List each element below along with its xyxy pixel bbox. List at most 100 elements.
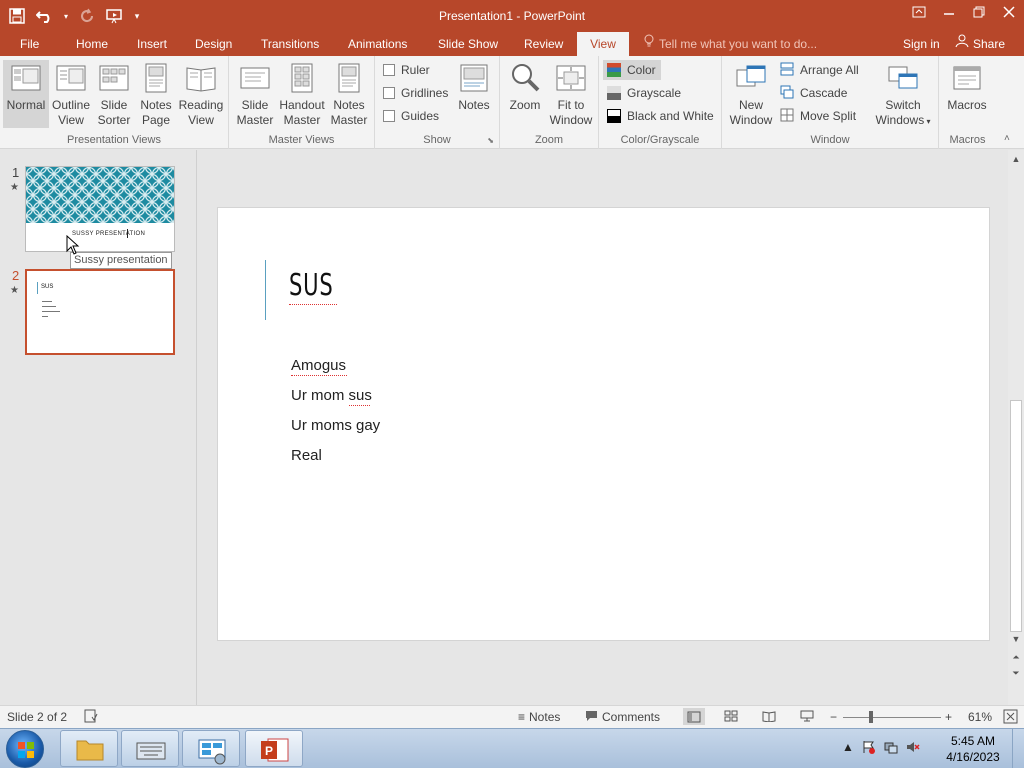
slide-master-button[interactable]: Slide Master bbox=[233, 60, 277, 128]
color-button[interactable]: Color bbox=[603, 60, 661, 80]
slide-sorter-status-icon[interactable] bbox=[724, 710, 738, 725]
mouse-cursor-icon bbox=[66, 234, 80, 258]
scroll-down-icon[interactable]: ▼ bbox=[1011, 634, 1021, 644]
group-presentation-views: Normal Outline View Slide Sorter Notes P… bbox=[0, 56, 229, 149]
guides-checkbox[interactable]: Guides bbox=[383, 106, 439, 126]
volume-muted-icon[interactable] bbox=[906, 740, 920, 757]
tell-me-box[interactable]: Tell me what you want to do... bbox=[643, 32, 817, 56]
fit-to-window-icon bbox=[555, 62, 587, 94]
group-label-window: Window bbox=[810, 134, 850, 146]
current-slide[interactable]: SUS Amogus Ur mom sus Ur moms gay Real bbox=[217, 207, 990, 641]
vertical-scrollbar[interactable]: ▲ ▼ ⏶ ⏷ bbox=[1008, 150, 1024, 705]
next-slide-icon[interactable]: ⏷ bbox=[1011, 668, 1021, 678]
show-hidden-icons[interactable]: ▲ bbox=[842, 740, 854, 757]
outline-view-button[interactable]: Outline View bbox=[49, 60, 93, 128]
handout-master-label-2: Master bbox=[283, 113, 321, 127]
slide-sorter-button[interactable]: Slide Sorter bbox=[93, 60, 135, 128]
start-button[interactable] bbox=[6, 730, 44, 768]
zoom-in-icon[interactable]: + bbox=[945, 710, 952, 724]
undo-dropdown-icon[interactable]: ▾ bbox=[62, 5, 70, 27]
zoom-button[interactable]: Zoom bbox=[506, 60, 544, 128]
normal-view-status-icon[interactable] bbox=[683, 708, 705, 725]
notes-master-button[interactable]: Notes Master bbox=[327, 60, 371, 128]
black-and-white-button[interactable]: Black and White bbox=[607, 106, 714, 126]
close-icon[interactable] bbox=[994, 0, 1024, 24]
ribbon-display-options-icon[interactable] bbox=[904, 0, 934, 24]
spelling-check-icon[interactable] bbox=[84, 709, 98, 726]
share-button[interactable]: Share bbox=[955, 32, 1005, 56]
macros-icon bbox=[951, 62, 983, 94]
macros-button[interactable]: Macros bbox=[943, 60, 991, 128]
slide-2-thumbnail[interactable]: SUS bbox=[25, 269, 175, 355]
normal-view-button[interactable]: Normal bbox=[3, 60, 49, 128]
cascade-button[interactable]: Cascade bbox=[780, 83, 847, 103]
slide-1-thumbnail[interactable]: SUSSY PRESENTATION bbox=[25, 166, 175, 252]
reading-view-button[interactable]: Reading View bbox=[177, 60, 225, 128]
arrange-all-button[interactable]: Arrange All bbox=[780, 60, 859, 80]
gridlines-check-box[interactable] bbox=[383, 87, 395, 99]
start-from-beginning-icon[interactable] bbox=[104, 5, 126, 27]
slide-title[interactable]: SUS bbox=[289, 268, 333, 303]
restore-icon[interactable] bbox=[964, 0, 994, 24]
handout-master-button[interactable]: Handout Master bbox=[278, 60, 326, 128]
minimize-icon[interactable] bbox=[934, 0, 964, 24]
tab-review[interactable]: Review bbox=[518, 32, 569, 56]
ruler-check-box[interactable] bbox=[383, 64, 395, 76]
zoom-out-icon[interactable]: − bbox=[830, 710, 837, 724]
sign-in-link[interactable]: Sign in bbox=[903, 32, 940, 56]
slide-2-thumb-line bbox=[42, 301, 52, 302]
notes-toggle[interactable]: ≡ Notes bbox=[518, 710, 560, 724]
grayscale-button[interactable]: Grayscale bbox=[607, 83, 681, 103]
show-desktop-button[interactable] bbox=[1012, 729, 1024, 768]
reading-view-status-icon[interactable] bbox=[762, 710, 776, 725]
tab-file[interactable]: File bbox=[14, 32, 45, 56]
tab-home[interactable]: Home bbox=[70, 32, 114, 56]
bullet-1[interactable]: Amogus bbox=[291, 357, 346, 374]
taskbar-control-panel[interactable] bbox=[182, 730, 240, 767]
bullet-3[interactable]: Ur moms gay bbox=[291, 417, 380, 434]
taskbar-explorer[interactable] bbox=[60, 730, 118, 767]
spellcheck-squiggle bbox=[291, 374, 347, 376]
taskbar-clock[interactable]: 5:45 AM 4/16/2023 bbox=[938, 733, 1008, 765]
guides-check-box[interactable] bbox=[383, 110, 395, 122]
scroll-up-icon[interactable]: ▲ bbox=[1011, 154, 1021, 164]
comments-toggle[interactable]: Comments bbox=[585, 710, 660, 725]
fit-slide-icon[interactable] bbox=[1003, 709, 1018, 727]
tab-animations[interactable]: Animations bbox=[342, 32, 413, 56]
fit-to-window-button[interactable]: Fit to Window bbox=[548, 60, 594, 128]
zoom-level[interactable]: 61% bbox=[968, 710, 992, 724]
switch-windows-button[interactable]: Switch Windows ▾ bbox=[872, 60, 934, 128]
taskbar-powerpoint[interactable]: P bbox=[245, 730, 303, 767]
ruler-checkbox[interactable]: Ruler bbox=[383, 60, 430, 80]
slide-sorter-label-1: Slide bbox=[100, 98, 128, 112]
action-center-icon[interactable] bbox=[862, 740, 876, 757]
slide-master-label-1: Slide bbox=[241, 98, 269, 112]
tab-view[interactable]: View bbox=[577, 32, 629, 56]
save-icon[interactable] bbox=[6, 5, 28, 27]
gridlines-checkbox[interactable]: Gridlines bbox=[383, 83, 448, 103]
zoom-slider-track[interactable] bbox=[843, 717, 941, 718]
undo-icon[interactable] bbox=[34, 5, 56, 27]
zoom-slider-thumb[interactable] bbox=[869, 711, 873, 723]
network-icon[interactable] bbox=[884, 740, 898, 757]
new-window-button[interactable]: New Window bbox=[728, 60, 774, 128]
bullet-2[interactable]: Ur mom sus bbox=[291, 387, 372, 404]
tab-slide-show[interactable]: Slide Show bbox=[432, 32, 504, 56]
collapse-ribbon-icon[interactable]: ˄ bbox=[1004, 133, 1010, 144]
powerpoint-window: ▾ ▾ Presentation1 - PowerPoint File Home… bbox=[0, 0, 1024, 768]
scrollbar-thumb[interactable] bbox=[1010, 400, 1022, 632]
tab-transitions[interactable]: Transitions bbox=[255, 32, 325, 56]
bullet-4[interactable]: Real bbox=[291, 447, 322, 464]
notes-page-button[interactable]: Notes Page bbox=[135, 60, 177, 128]
clock-time: 5:45 AM bbox=[950, 734, 996, 748]
notes-button[interactable]: Notes bbox=[455, 60, 493, 128]
taskbar-keyboard-app[interactable] bbox=[121, 730, 179, 767]
tab-design[interactable]: Design bbox=[189, 32, 238, 56]
color-swatch-icon bbox=[607, 63, 621, 77]
redo-icon[interactable] bbox=[76, 5, 98, 27]
previous-slide-icon[interactable]: ⏶ bbox=[1011, 652, 1021, 662]
move-split-button[interactable]: Move Split bbox=[780, 106, 856, 126]
customize-qat-icon[interactable]: ▾ bbox=[132, 5, 142, 27]
tab-insert[interactable]: Insert bbox=[131, 32, 173, 56]
slide-show-status-icon[interactable] bbox=[800, 710, 814, 725]
